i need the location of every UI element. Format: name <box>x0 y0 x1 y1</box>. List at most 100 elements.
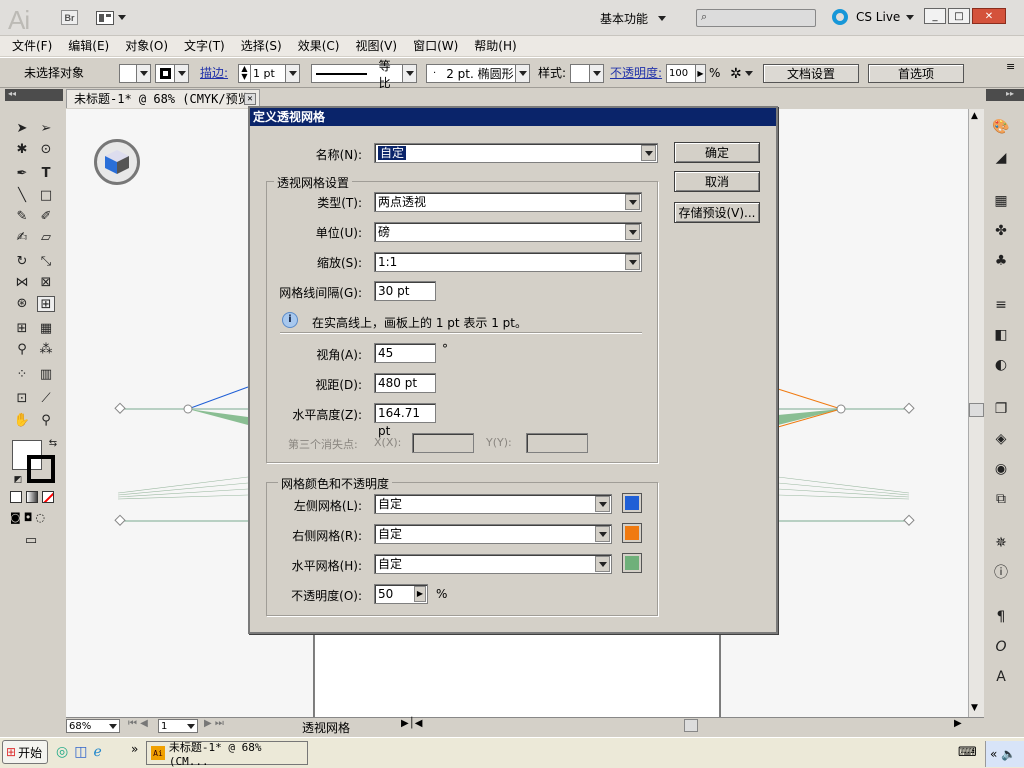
keyboard-icon[interactable]: ⌨ <box>958 745 977 760</box>
status-text[interactable]: 透视网格 <box>302 719 350 736</box>
horizontal-scroll-thumb[interactable] <box>684 719 698 732</box>
name-select[interactable]: 自定 <box>374 143 658 163</box>
stroke-icon[interactable]: ≡ <box>990 296 1012 314</box>
horizontal-grid-color-swatch[interactable] <box>622 553 642 573</box>
free-transform-tool-icon[interactable]: ⊠ <box>37 275 55 291</box>
artboard-tool-icon[interactable]: ⊡ <box>13 391 31 407</box>
column-graph-tool-icon[interactable]: ▥ <box>37 367 55 383</box>
ok-button[interactable]: 确定 <box>674 142 760 163</box>
minimize-button[interactable]: _ <box>924 8 946 24</box>
document-tab[interactable]: 未标题-1* @ 68% (CMYK/预览) ✕ <box>66 89 260 108</box>
slice-tool-icon[interactable]: ⟋ <box>37 391 55 407</box>
zoom-select[interactable]: 68% <box>66 719 120 733</box>
stroke-color-swatch[interactable] <box>27 455 55 483</box>
menu-edit[interactable]: 编辑(E) <box>60 36 117 56</box>
magic-wand-tool-icon[interactable]: ✱ <box>13 142 31 158</box>
unit-select[interactable]: 磅 <box>374 222 642 242</box>
direct-selection-tool-icon[interactable]: ➢ <box>37 121 55 137</box>
search-input[interactable]: ⌕ <box>696 9 816 27</box>
none-mode-icon[interactable] <box>42 491 54 503</box>
taskbar-illustrator-item[interactable]: Ai 未标题-1* @ 68% (CM... <box>146 741 308 768</box>
perspective-plane-widget[interactable] <box>94 139 140 185</box>
symbols-icon[interactable]: ♣ <box>990 252 1012 270</box>
menu-file[interactable]: 文件(F) <box>4 36 60 56</box>
transparency-icon[interactable]: ◐ <box>990 356 1012 374</box>
swap-colors-icon[interactable]: ⇆ <box>44 436 62 452</box>
opacity-input[interactable]: 50 ▶ <box>374 584 428 604</box>
width-tool-icon[interactable]: ⋈ <box>13 275 31 291</box>
fill-swatch[interactable] <box>119 64 151 83</box>
left-grid-color-swatch[interactable] <box>622 493 642 513</box>
right-grid-select[interactable]: 自定 <box>374 524 612 544</box>
right-grid-color-swatch[interactable] <box>622 523 642 543</box>
shape-builder-tool-icon[interactable]: ⊛ <box>13 296 31 312</box>
stroke-weight-field[interactable]: ▲ ▼ 1 pt <box>238 64 300 83</box>
gridline-interval-input[interactable]: 30 pt <box>374 281 436 301</box>
right-panel-header[interactable]: ▸▸ <box>986 89 1024 101</box>
line-tool-icon[interactable]: ╲ <box>13 188 31 204</box>
default-colors-icon[interactable]: ◩ <box>9 472 27 488</box>
symbol-sprayer-tool-icon[interactable]: ⁘ <box>13 367 31 383</box>
recolor-button[interactable]: ✲ <box>730 64 758 83</box>
variable-width-profile[interactable]: 等比 <box>311 59 417 90</box>
tools-panel-header[interactable]: ◂◂ <box>5 89 63 101</box>
tray-expand-icon[interactable]: « <box>990 747 997 761</box>
menu-object[interactable]: 对象(O) <box>117 36 176 56</box>
ie-icon[interactable]: ℯ <box>93 744 101 760</box>
scroll-down-icon[interactable]: ▼ <box>971 703 978 713</box>
eraser-tool-icon[interactable]: ▱ <box>37 230 55 246</box>
lasso-tool-icon[interactable]: ⊙ <box>37 142 55 158</box>
menu-view[interactable]: 视图(V) <box>347 36 405 56</box>
graphic-styles-icon[interactable]: ◉ <box>990 460 1012 478</box>
pencil-tool-icon[interactable]: ✐ <box>37 209 55 225</box>
screen-mode-icon[interactable]: ▭ <box>22 533 40 549</box>
scale-tool-icon[interactable]: ⤡ <box>37 254 55 270</box>
cs-live-menu[interactable]: CS Live <box>832 9 915 25</box>
graphic-style-picker[interactable] <box>570 64 604 83</box>
viewing-distance-input[interactable]: 480 pt <box>374 373 436 393</box>
dialog-title[interactable]: 定义透视网格 <box>250 108 776 126</box>
info-icon[interactable]: ⓘ <box>990 564 1012 582</box>
mesh-tool-icon[interactable]: ⊞ <box>13 321 31 337</box>
scroll-right-icon[interactable]: ▶ <box>954 718 962 729</box>
save-preset-button[interactable]: 存储预设(V)... <box>674 202 760 223</box>
character-icon[interactable]: A <box>990 668 1012 686</box>
draw-inside-icon[interactable]: ◌ <box>35 511 45 524</box>
pen-tool-icon[interactable]: ✒ <box>13 166 31 182</box>
close-icon[interactable]: ✕ <box>244 93 256 105</box>
gradient-tool-icon[interactable]: ▦ <box>37 321 55 337</box>
expand-icon[interactable]: ▸▸ <box>1006 89 1014 98</box>
scale-select[interactable]: 1:1 <box>374 252 642 272</box>
close-button[interactable]: ✕ <box>972 8 1006 24</box>
viewing-angle-input[interactable]: 45 <box>374 343 436 363</box>
menu-window[interactable]: 窗口(W) <box>405 36 466 56</box>
chrome-icon[interactable]: ◎ <box>56 744 68 760</box>
horizon-height-input[interactable]: 164.71 pt <box>374 403 436 438</box>
appearance-icon[interactable]: ❐ <box>990 400 1012 418</box>
arrange-documents-button[interactable] <box>96 10 126 25</box>
menu-select[interactable]: 选择(S) <box>233 36 290 56</box>
gradient-icon[interactable]: ◧ <box>990 326 1012 344</box>
brush-definition[interactable]: · 2 pt. 椭圆形 <box>426 64 530 83</box>
panel-menu-icon[interactable]: ≡ <box>1006 60 1015 73</box>
cancel-button[interactable]: 取消 <box>674 171 760 192</box>
menu-effect[interactable]: 效果(C) <box>290 36 348 56</box>
restore-button[interactable]: □ <box>948 8 970 24</box>
artboards-icon[interactable]: ⧉ <box>990 490 1012 508</box>
status-menu-icon[interactable]: ▶│◀ <box>401 718 422 729</box>
slider-arrow-icon[interactable]: ▶ <box>414 586 426 602</box>
stroke-swatch[interactable] <box>155 64 189 83</box>
scroll-thumb[interactable] <box>969 403 984 417</box>
eyedropper-tool-icon[interactable]: ⚲ <box>13 342 31 358</box>
color-mode-icon[interactable] <box>10 491 22 503</box>
color-guide-icon[interactable]: ◢ <box>990 149 1012 167</box>
stroke-label[interactable]: 描边: <box>200 64 228 83</box>
draw-normal-icon[interactable]: ◙ <box>10 511 21 524</box>
layers-icon[interactable]: ◈ <box>990 430 1012 448</box>
collapse-icon[interactable]: ◂◂ <box>8 89 16 98</box>
color-panel-icon[interactable]: 🎨 <box>990 118 1012 136</box>
horizontal-grid-select[interactable]: 自定 <box>374 554 612 574</box>
menu-help[interactable]: 帮助(H) <box>466 36 524 56</box>
zoom-tool-icon[interactable]: ⚲ <box>37 413 55 429</box>
workspace-switcher[interactable]: 基本功能 <box>600 10 667 26</box>
